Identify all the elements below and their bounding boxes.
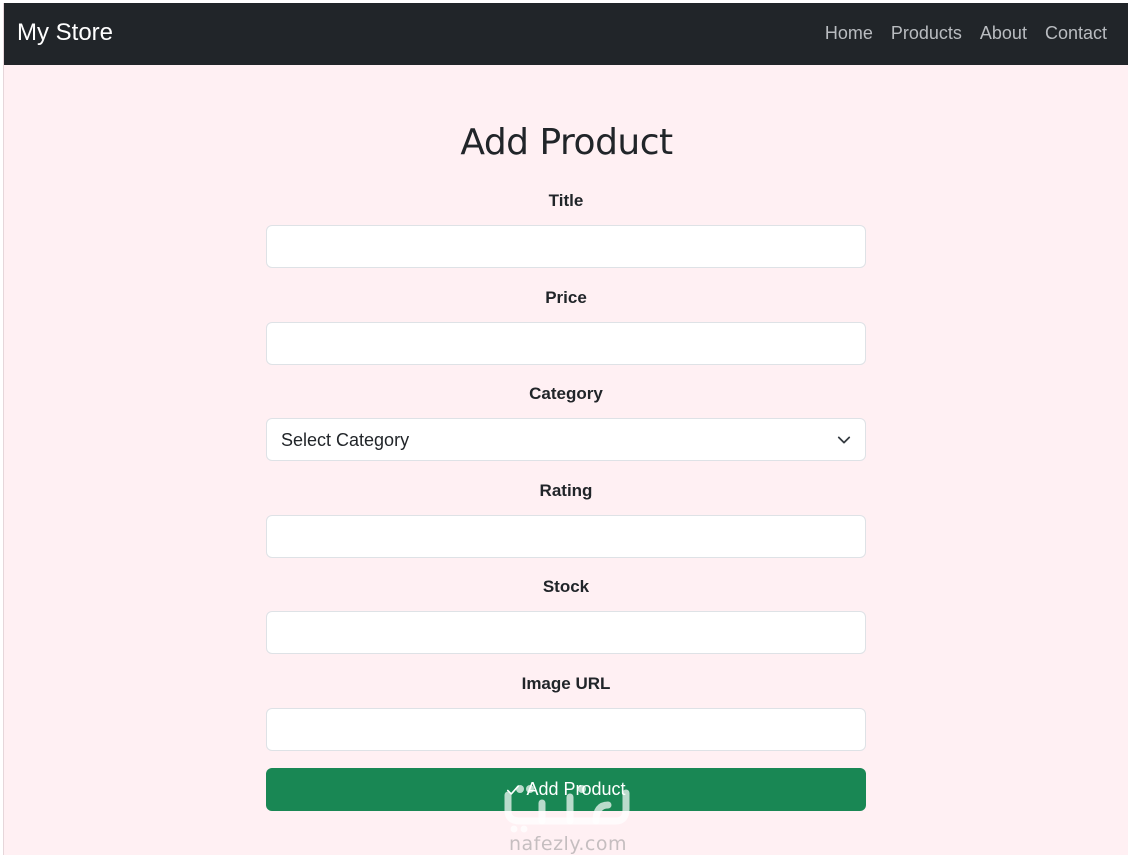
add-product-button-label: Add Product — [526, 779, 626, 799]
rating-input[interactable] — [266, 515, 866, 558]
nav-link-contact[interactable]: Contact — [1045, 22, 1107, 44]
rating-label: Rating — [539, 481, 593, 500]
watermark-text: nafezly.com — [509, 833, 627, 855]
image-url-label: Image URL — [521, 674, 611, 693]
page-title: Add Product — [460, 122, 673, 163]
category-label: Category — [529, 384, 603, 403]
category-select-value: Select Category — [281, 429, 410, 450]
stock-label: Stock — [542, 577, 590, 596]
app-frame: My Store Home Products About Contact Add… — [3, 3, 1128, 855]
navbar: My Store Home Products About Contact — [4, 3, 1128, 65]
title-label: Title — [548, 191, 584, 210]
stock-field-group: Stock — [266, 577, 866, 654]
category-select[interactable]: Select Category — [266, 418, 866, 461]
add-product-button[interactable]: Add Product — [266, 768, 866, 811]
chevron-down-icon — [837, 436, 851, 444]
nav-links: Home Products About Contact — [825, 22, 1107, 44]
price-input[interactable] — [266, 322, 866, 365]
nav-link-products[interactable]: Products — [891, 22, 962, 44]
price-label: Price — [545, 288, 587, 307]
image-url-field-group: Image URL — [266, 674, 866, 751]
stock-input[interactable] — [266, 611, 866, 654]
check-icon — [507, 784, 520, 795]
nav-link-about[interactable]: About — [980, 22, 1027, 44]
title-field-group: Title — [266, 191, 866, 268]
title-input[interactable] — [266, 225, 866, 268]
navbar-brand[interactable]: My Store — [17, 19, 113, 47]
rating-field-group: Rating — [266, 481, 866, 558]
category-field-group: Category Select Category — [266, 384, 866, 461]
image-url-input[interactable] — [266, 708, 866, 751]
price-field-group: Price — [266, 288, 866, 365]
nav-link-home[interactable]: Home — [825, 22, 873, 44]
